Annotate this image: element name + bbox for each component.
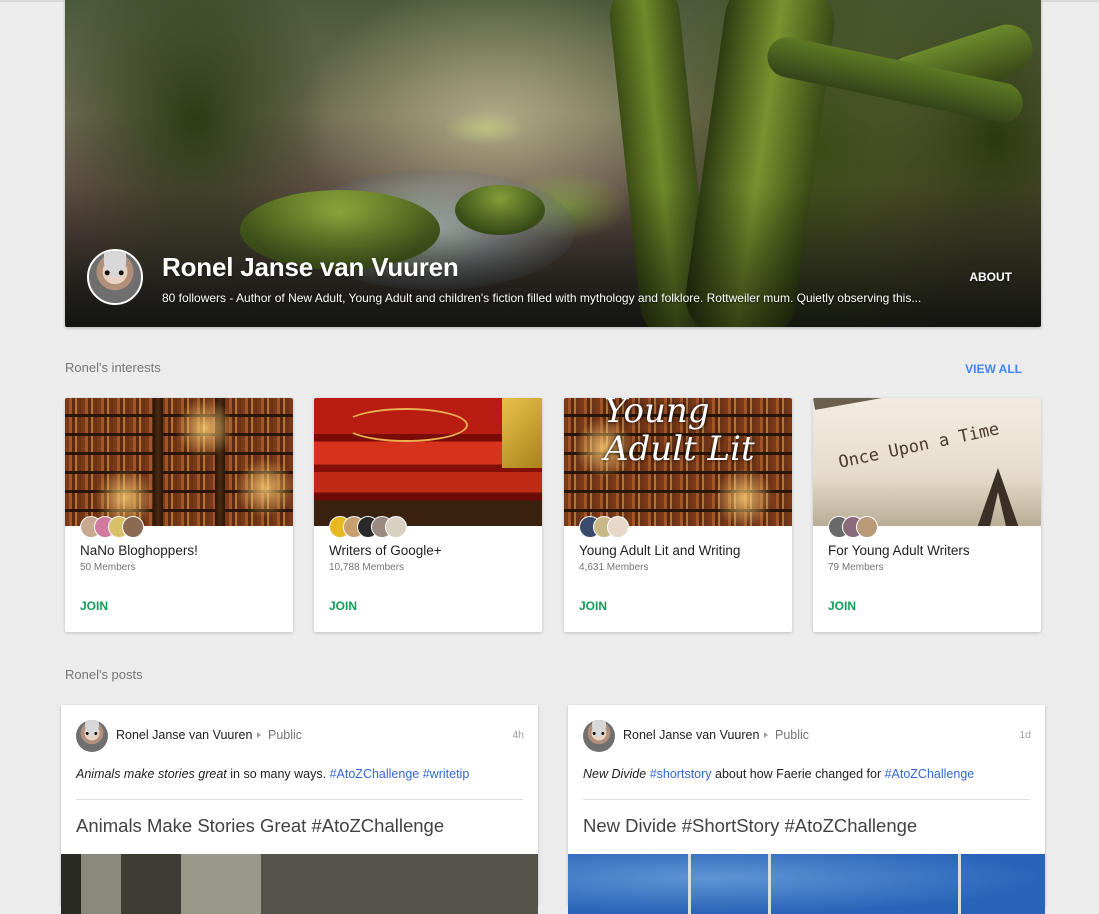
post-link-title[interactable]: Animals Make Stories Great #AtoZChalleng… xyxy=(76,815,444,837)
community-card[interactable]: NaNo Bloghoppers! 50 Members JOIN xyxy=(65,398,293,632)
community-members: 4,631 Members xyxy=(579,562,649,573)
community-cover-image: Young Adult Lit xyxy=(564,398,792,526)
community-title[interactable]: For Young Adult Writers xyxy=(828,543,970,558)
community-members: 10,788 Members xyxy=(329,562,405,573)
profile-tagline: 80 followers - Author of New Adult, Youn… xyxy=(162,291,922,305)
hashtag-link[interactable]: #AtoZChallenge xyxy=(885,767,975,781)
post-link-title[interactable]: New Divide #ShortStory #AtoZChallenge xyxy=(583,815,917,837)
post-preview-image[interactable] xyxy=(61,854,538,914)
community-cover-image: Once Upon a Time xyxy=(813,398,1041,526)
post-divider xyxy=(76,799,523,800)
post-timestamp[interactable]: 1d xyxy=(1019,729,1031,741)
join-button[interactable]: JOIN xyxy=(80,599,108,613)
community-cover-image xyxy=(65,398,293,526)
post-card[interactable]: Ronel Janse van Vuuren Public 4h Animals… xyxy=(61,705,538,914)
join-button[interactable]: JOIN xyxy=(579,599,607,613)
post-author-name[interactable]: Ronel Janse van Vuuren xyxy=(116,728,252,742)
post-body-italic: Animals make stories great xyxy=(76,767,227,781)
post-divider xyxy=(583,799,1030,800)
community-card[interactable]: Once Upon a Time For Young Adult Writers… xyxy=(813,398,1041,632)
community-title[interactable]: Writers of Google+ xyxy=(329,543,442,558)
view-all-link[interactable]: VIEW ALL xyxy=(965,362,1022,376)
community-members: 50 Members xyxy=(80,562,136,573)
post-timestamp[interactable]: 4h xyxy=(512,729,524,741)
post-author-avatar[interactable] xyxy=(583,720,615,752)
community-image-text: Once Upon a Time xyxy=(836,419,1002,473)
post-body-italic: New Divide xyxy=(583,767,647,781)
community-image-text: Young Adult Lit xyxy=(604,398,755,469)
interests-heading: Ronel's interests xyxy=(65,360,161,375)
post-preview-image[interactable] xyxy=(568,854,1045,914)
profile-avatar[interactable] xyxy=(87,249,143,305)
post-card[interactable]: Ronel Janse van Vuuren Public 1d New Div… xyxy=(568,705,1045,914)
profile-cover: Ronel Janse van Vuuren 80 followers - Au… xyxy=(65,0,1041,327)
post-body-text: in so many ways. xyxy=(226,767,330,781)
community-cover-image xyxy=(314,398,542,526)
join-button[interactable]: JOIN xyxy=(329,599,357,613)
profile-name: Ronel Janse van Vuuren xyxy=(162,252,459,282)
community-card[interactable]: Writers of Google+ 10,788 Members JOIN xyxy=(314,398,542,632)
post-body: New Divide #shortstory about how Faerie … xyxy=(583,767,974,781)
post-author-name[interactable]: Ronel Janse van Vuuren xyxy=(623,728,759,742)
community-card[interactable]: Young Adult Lit Young Adult Lit and Writ… xyxy=(564,398,792,632)
hashtag-link[interactable]: #shortstory xyxy=(650,767,712,781)
post-visibility[interactable]: Public xyxy=(775,728,809,742)
hashtag-link[interactable]: #AtoZChallenge xyxy=(330,767,420,781)
caret-right-icon xyxy=(764,732,768,738)
join-button[interactable]: JOIN xyxy=(828,599,856,613)
community-title[interactable]: NaNo Bloghoppers! xyxy=(80,543,198,558)
community-members: 79 Members xyxy=(828,562,884,573)
posts-heading: Ronel's posts xyxy=(65,667,143,682)
post-body: Animals make stories great in so many wa… xyxy=(76,767,469,781)
post-visibility[interactable]: Public xyxy=(268,728,302,742)
hashtag-link[interactable]: #writetip xyxy=(423,767,470,781)
post-author-avatar[interactable] xyxy=(76,720,108,752)
community-title[interactable]: Young Adult Lit and Writing xyxy=(579,543,740,558)
caret-right-icon xyxy=(257,732,261,738)
post-body-text: about how Faerie changed for xyxy=(711,767,885,781)
about-link[interactable]: ABOUT xyxy=(969,270,1012,284)
